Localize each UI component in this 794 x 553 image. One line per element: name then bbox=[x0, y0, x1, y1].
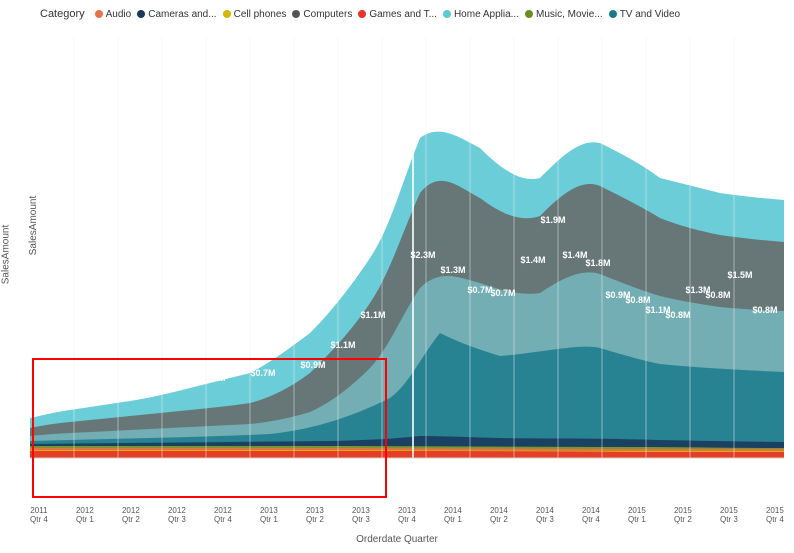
x-tick-14: 2015Qtr 2 bbox=[674, 506, 692, 525]
legend-title: Category bbox=[40, 8, 85, 20]
svg-text:$0.7M: $0.7M bbox=[250, 368, 275, 378]
home-dot bbox=[443, 10, 451, 18]
svg-text:$1.5M: $1.5M bbox=[727, 270, 752, 280]
svg-text:$0.7M: $0.7M bbox=[467, 285, 492, 295]
x-tick-16: 2015Qtr 4 bbox=[766, 506, 784, 525]
tv-dot bbox=[609, 10, 617, 18]
svg-text:$0.9M: $0.9M bbox=[300, 360, 325, 370]
legend-item-cellphones: Cell phones bbox=[223, 9, 287, 20]
x-tick-11: 2014Qtr 3 bbox=[536, 506, 554, 525]
audio-dot bbox=[95, 10, 103, 18]
x-tick-13: 2015Qtr 1 bbox=[628, 506, 646, 525]
x-tick-8: 2013Qtr 4 bbox=[398, 506, 416, 525]
legend-item-audio: Audio bbox=[95, 9, 132, 20]
legend-label-cameras: Cameras and... bbox=[148, 9, 216, 20]
x-tick-10: 2014Qtr 2 bbox=[490, 506, 508, 525]
legend-label-cellphones: Cell phones bbox=[234, 9, 287, 20]
stream-chart-svg: $1.0M $1.0M $0.7M $0.9M $1.1M $1.1M $2.3… bbox=[30, 38, 784, 498]
svg-text:$1.9M: $1.9M bbox=[540, 215, 565, 225]
legend-label-computers: Computers bbox=[303, 9, 352, 20]
svg-text:$0.8M: $0.8M bbox=[705, 290, 730, 300]
svg-text:$0.8M: $0.8M bbox=[625, 295, 650, 305]
y-axis-label: SalesAmount bbox=[28, 196, 39, 255]
legend-item-computers: Computers bbox=[292, 9, 352, 20]
svg-text:$1.3M: $1.3M bbox=[440, 265, 465, 275]
svg-text:$1.1M: $1.1M bbox=[330, 340, 355, 350]
x-tick-1: 2012Qtr 1 bbox=[76, 506, 94, 525]
x-tick-9: 2014Qtr 1 bbox=[444, 506, 462, 525]
x-tick-3: 2012Qtr 3 bbox=[168, 506, 186, 525]
svg-text:$0.8M: $0.8M bbox=[665, 310, 690, 320]
computers-dot bbox=[292, 10, 300, 18]
x-tick-15: 2015Qtr 3 bbox=[720, 506, 738, 525]
cellphones-dot bbox=[223, 10, 231, 18]
x-tick-2: 2012Qtr 2 bbox=[122, 506, 140, 525]
legend-label-tv: TV and Video bbox=[620, 9, 680, 20]
legend-label-games: Games and T... bbox=[369, 9, 437, 20]
legend-item-music: Music, Movie... bbox=[525, 9, 603, 20]
games-dot bbox=[358, 10, 366, 18]
svg-text:$1.0M: $1.0M bbox=[200, 373, 225, 383]
legend-item-cameras: Cameras and... bbox=[137, 9, 216, 20]
x-tick-5: 2013Qtr 1 bbox=[260, 506, 278, 525]
x-axis-title: Orderdate Quarter bbox=[356, 534, 438, 545]
legend-item-tv: TV and Video bbox=[609, 9, 680, 20]
legend-item-games: Games and T... bbox=[358, 9, 437, 20]
y-axis-label: SalesAmount bbox=[1, 225, 12, 284]
legend-label-home: Home Applia... bbox=[454, 9, 519, 20]
legend-label-audio: Audio bbox=[106, 9, 132, 20]
svg-text:$1.8M: $1.8M bbox=[585, 258, 610, 268]
svg-text:$1.4M: $1.4M bbox=[562, 250, 587, 260]
x-tick-12: 2014Qtr 4 bbox=[582, 506, 600, 525]
legend-label-music: Music, Movie... bbox=[536, 9, 603, 20]
x-tick-4: 2012Qtr 4 bbox=[214, 506, 232, 525]
chart-legend: Category Audio Cameras and... Cell phone… bbox=[0, 0, 794, 24]
x-tick-0: 2011Qtr 4 bbox=[30, 506, 48, 525]
cameras-dot bbox=[137, 10, 145, 18]
svg-text:$0.7M: $0.7M bbox=[490, 288, 515, 298]
svg-text:$0.8M: $0.8M bbox=[752, 305, 777, 315]
svg-text:$1.4M: $1.4M bbox=[520, 255, 545, 265]
legend-item-home: Home Applia... bbox=[443, 9, 519, 20]
svg-text:$2.3M: $2.3M bbox=[410, 250, 435, 260]
x-axis-ticks: 2011Qtr 4 2012Qtr 1 2012Qtr 2 2012Qtr 3 … bbox=[30, 506, 784, 525]
x-tick-6: 2013Qtr 2 bbox=[306, 506, 324, 525]
music-dot bbox=[525, 10, 533, 18]
x-tick-7: 2013Qtr 3 bbox=[352, 506, 370, 525]
svg-text:$1.0M: $1.0M bbox=[150, 378, 175, 388]
chart-container: Category Audio Cameras and... Cell phone… bbox=[0, 0, 794, 553]
